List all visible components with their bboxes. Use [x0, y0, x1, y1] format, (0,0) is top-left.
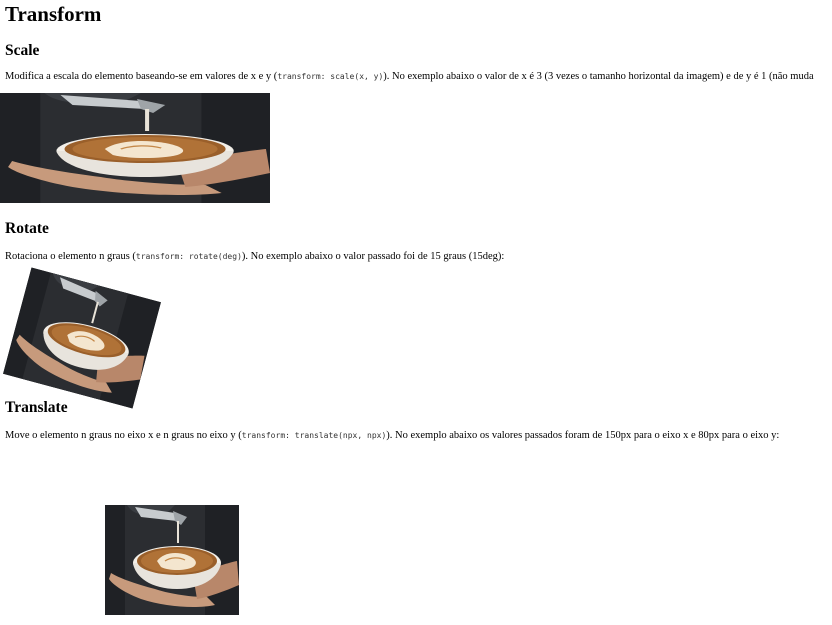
text-part: Rotaciona o elemento n graus (: [5, 251, 136, 262]
inline-code: transform: rotate(deg): [135, 252, 242, 261]
section-text-scale: Modifica a escala do elemento baseando-s…: [5, 70, 814, 84]
inline-code: transform: scale(x, y): [277, 72, 384, 81]
coffee-photo: [105, 505, 239, 615]
text-part: Move o elemento n graus no eixo x e n gr…: [5, 430, 242, 441]
inline-code: transform: translate(npx, npx): [241, 431, 387, 440]
coffee-photo: [0, 93, 270, 203]
text-part: ). No exemplo abaixo os valores passados…: [386, 430, 780, 441]
rotated-coffee-image: [3, 267, 161, 409]
scaled-coffee-image: [0, 93, 270, 203]
section-heading-rotate: Rotate: [5, 220, 49, 237]
translated-coffee-image: [105, 505, 239, 615]
text-part: ). No exemplo abaixo o valor passado foi…: [241, 251, 505, 262]
page: Transform Scale Modifica a escala do ele…: [0, 0, 832, 625]
page-title: Transform: [5, 2, 102, 26]
section-heading-translate: Translate: [5, 399, 68, 416]
text-part: ). No exemplo abaixo o valor de x é 3 (3…: [383, 71, 814, 82]
section-heading-scale: Scale: [5, 42, 40, 59]
section-text-translate: Move o elemento n graus no eixo x e n gr…: [5, 429, 779, 443]
coffee-photo: [3, 267, 161, 409]
section-text-rotate: Rotaciona o elemento n graus (transform:…: [5, 250, 504, 264]
text-part: Modifica a escala do elemento baseando-s…: [5, 71, 278, 82]
